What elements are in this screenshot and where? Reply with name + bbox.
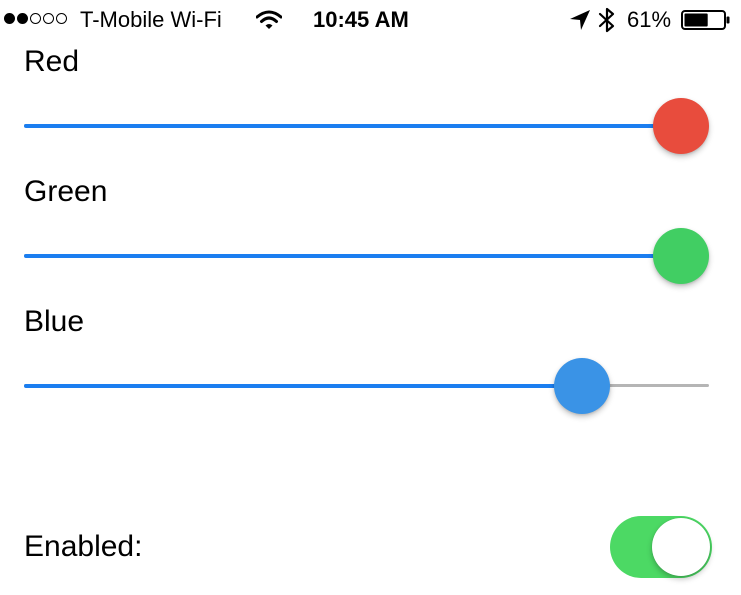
green-slider-thumb[interactable] bbox=[653, 228, 709, 284]
blue-slider-label: Blue bbox=[24, 305, 85, 338]
clock: 10:45 AM bbox=[313, 7, 409, 32]
green-slider-label: Green bbox=[24, 175, 108, 208]
enabled-toggle[interactable] bbox=[610, 516, 712, 578]
signal-dot bbox=[17, 13, 28, 24]
status-bar: T-Mobile Wi-Fi 10:45 AM 61% bbox=[0, 0, 741, 40]
location-arrow-icon bbox=[570, 10, 590, 30]
signal-dot bbox=[30, 13, 41, 24]
red-slider-thumb[interactable] bbox=[653, 98, 709, 154]
slider-fill bbox=[24, 384, 583, 388]
battery-percentage: 61% bbox=[627, 7, 672, 32]
signal-dot bbox=[56, 13, 67, 24]
red-slider-label: Red bbox=[24, 45, 80, 78]
toggle-knob[interactable] bbox=[652, 518, 710, 576]
carrier-name: T-Mobile Wi-Fi bbox=[80, 7, 222, 32]
blue-slider-thumb[interactable] bbox=[554, 358, 611, 414]
red-slider[interactable] bbox=[24, 96, 709, 156]
signal-dot bbox=[43, 13, 54, 24]
signal-dot bbox=[4, 13, 15, 24]
slider-fill bbox=[24, 254, 681, 258]
blue-slider[interactable] bbox=[24, 356, 709, 416]
battery-icon bbox=[681, 10, 730, 30]
cellular-signal-indicator bbox=[4, 13, 67, 24]
green-slider[interactable] bbox=[24, 226, 709, 286]
slider-fill bbox=[24, 124, 681, 128]
bluetooth-icon bbox=[598, 7, 615, 33]
wifi-icon bbox=[256, 10, 282, 29]
enabled-label: Enabled: bbox=[24, 530, 143, 563]
